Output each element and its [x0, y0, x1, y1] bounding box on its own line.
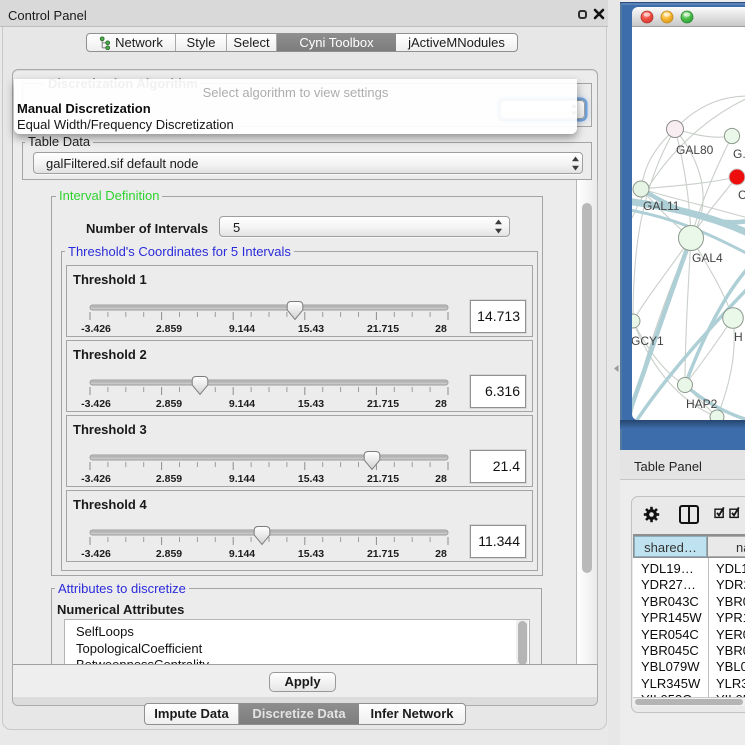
svg-text:GAL80: GAL80	[676, 143, 714, 157]
svg-text:-3.426: -3.426	[81, 323, 111, 335]
svg-text:21.715: 21.715	[367, 323, 399, 335]
svg-text:GCY1: GCY1	[632, 334, 664, 348]
svg-text:15.43: 15.43	[298, 548, 324, 560]
svg-text:15.43: 15.43	[298, 323, 324, 335]
svg-text:-3.426: -3.426	[81, 398, 111, 410]
svg-text:28: 28	[435, 323, 447, 335]
svg-text:HAP2: HAP2	[686, 397, 718, 411]
svg-text:21.715: 21.715	[367, 398, 399, 410]
svg-text:9.144: 9.144	[229, 548, 255, 560]
svg-text:15.43: 15.43	[298, 473, 324, 485]
svg-text:GAL4: GAL4	[692, 251, 723, 265]
svg-text:2.859: 2.859	[156, 473, 182, 485]
svg-text:G.: G.	[733, 147, 745, 161]
svg-text:9.144: 9.144	[229, 398, 255, 410]
svg-text:28: 28	[435, 398, 447, 410]
svg-text:C: C	[738, 188, 745, 202]
svg-text:-3.426: -3.426	[81, 473, 111, 485]
svg-text:28: 28	[435, 473, 447, 485]
svg-text:21.715: 21.715	[367, 548, 399, 560]
svg-text:9.144: 9.144	[229, 323, 255, 335]
svg-text:2.859: 2.859	[156, 323, 182, 335]
svg-text:28: 28	[435, 548, 447, 560]
svg-text:2.859: 2.859	[156, 548, 182, 560]
svg-text:9.144: 9.144	[229, 473, 255, 485]
svg-text:2.859: 2.859	[156, 398, 182, 410]
svg-text:-3.426: -3.426	[81, 548, 111, 560]
svg-text:H: H	[734, 330, 743, 344]
svg-text:GAL11: GAL11	[643, 199, 680, 213]
svg-text:21.715: 21.715	[367, 473, 399, 485]
svg-text:15.43: 15.43	[298, 398, 324, 410]
